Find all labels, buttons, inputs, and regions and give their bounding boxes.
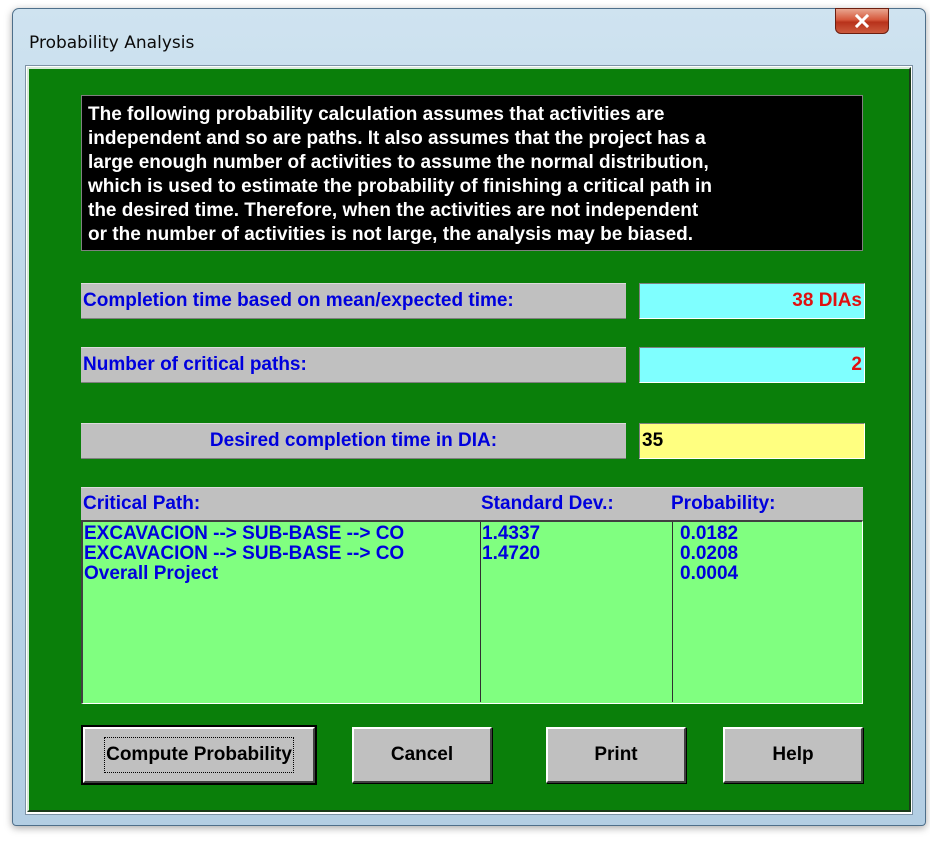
header-probability: Probability: xyxy=(671,493,776,514)
results-header: Critical Path: Standard Dev.: Probabilit… xyxy=(81,487,863,521)
cancel-label: Cancel xyxy=(390,744,454,765)
table-row-path[interactable]: EXCAVACION --> SUB-BASE --> CO xyxy=(84,544,480,564)
critical-paths-label: Number of critical paths: xyxy=(81,347,626,383)
table-row-path[interactable]: EXCAVACION --> SUB-BASE --> CO xyxy=(84,524,480,544)
dialog-client-area: The following probability calculation as… xyxy=(25,65,913,815)
cancel-button[interactable]: Cancel xyxy=(352,727,492,783)
desired-time-label-text: Desired completion time in DIA: xyxy=(209,430,498,451)
table-row-path[interactable]: Overall Project xyxy=(84,564,480,584)
completion-time-label-text: Completion time based on mean/expected t… xyxy=(83,290,514,311)
results-grid[interactable]: EXCAVACION --> SUB-BASE --> CO EXCAVACIO… xyxy=(81,520,863,704)
header-critical-path: Critical Path: xyxy=(83,493,201,514)
standard-dev-column: 1.4337 1.4720 xyxy=(481,522,673,702)
table-row-prob[interactable]: 0.0182 xyxy=(680,524,861,544)
critical-path-column: EXCAVACION --> SUB-BASE --> CO EXCAVACIO… xyxy=(83,522,481,702)
close-icon xyxy=(854,14,870,28)
critical-paths-label-text: Number of critical paths: xyxy=(83,354,307,375)
notice-line: the desired time. Therefore, when the ac… xyxy=(88,200,699,221)
compute-probability-button[interactable]: Compute Probability xyxy=(81,725,317,785)
probability-column: 0.0182 0.0208 0.0004 xyxy=(673,522,861,702)
print-label: Print xyxy=(594,744,638,765)
assumptions-notice: The following probability calculation as… xyxy=(81,95,863,251)
notice-line: or the number of activities is not large… xyxy=(88,224,694,245)
print-button[interactable]: Print xyxy=(546,727,686,783)
table-row-std[interactable]: 1.4337 xyxy=(482,524,672,544)
notice-line: independent and so are paths. It also as… xyxy=(88,128,706,149)
help-label: Help xyxy=(772,744,814,765)
close-button[interactable] xyxy=(835,8,889,34)
table-row-std[interactable] xyxy=(482,564,672,584)
green-panel: The following probability calculation as… xyxy=(27,67,911,812)
desired-time-label: Desired completion time in DIA: xyxy=(81,423,626,459)
completion-time-label: Completion time based on mean/expected t… xyxy=(81,283,626,319)
table-row-std[interactable]: 1.4720 xyxy=(482,544,672,564)
notice-line: which is used to estimate the probabilit… xyxy=(88,176,712,197)
dialog-window: Probability Analysis The following proba… xyxy=(12,8,926,826)
completion-time-value: 38 DIAs xyxy=(639,283,865,319)
table-row-prob[interactable]: 0.0208 xyxy=(680,544,861,564)
notice-line: The following probability calculation as… xyxy=(88,104,665,125)
compute-probability-label: Compute Probability xyxy=(104,737,294,773)
window-title: Probability Analysis xyxy=(29,33,195,53)
critical-paths-value: 2 xyxy=(639,347,865,383)
desired-time-input[interactable]: 35 xyxy=(639,423,865,459)
header-standard-dev: Standard Dev.: xyxy=(481,493,614,514)
help-button[interactable]: Help xyxy=(723,727,863,783)
notice-line: large enough number of activities to ass… xyxy=(88,152,709,173)
table-row-prob[interactable]: 0.0004 xyxy=(680,564,861,584)
